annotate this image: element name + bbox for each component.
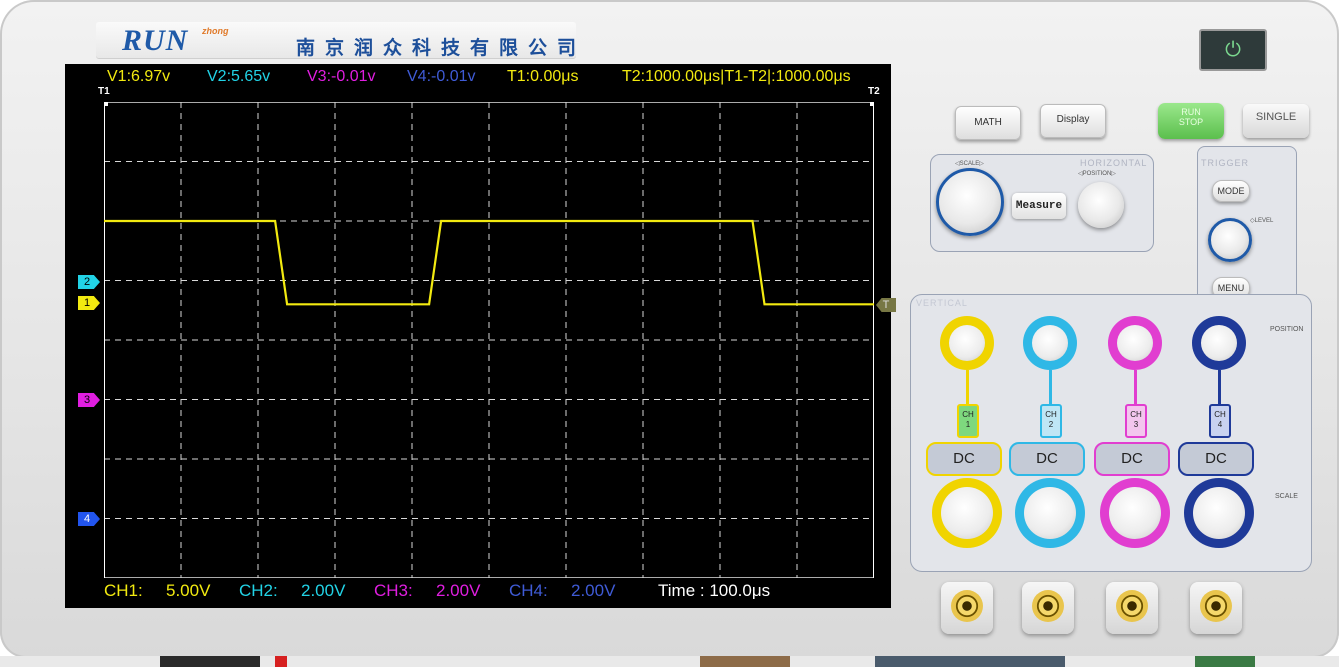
stop-label: STOP [1178, 117, 1204, 127]
ch-badge-number: 3 [1133, 420, 1139, 429]
ch-badge-label: CH [1130, 410, 1142, 419]
scale-label: SCALE [1275, 493, 1298, 500]
ch-badge-label: CH [1214, 410, 1226, 419]
company-name: 南京润众科技有限公司 [296, 38, 587, 59]
readout-t2-delta: T2:1000.00μs|T1-T2|:1000.00μs [622, 68, 851, 85]
ch3-scale-knob[interactable] [1100, 478, 1170, 548]
scale-ch1-value: 5.00V [166, 581, 211, 600]
ch3-menu-button[interactable]: CH 3 [1125, 404, 1147, 438]
trigger-title: TRIGGER [1201, 158, 1250, 168]
bnc-connector-icon [1032, 590, 1064, 622]
ch3-bnc-input[interactable] [1106, 582, 1158, 634]
cursor-t2-handle [870, 102, 874, 106]
timebase-readout: Time : 100.0μs [658, 581, 771, 600]
horizontal-title: HORIZONTAL [1080, 158, 1148, 168]
scale-ch4-label: CH4: [509, 581, 548, 600]
background-strip [0, 656, 1339, 667]
ch1-coupling-button[interactable]: DC [926, 442, 1002, 476]
ch-badge-label: CH [962, 410, 974, 419]
run-label: RUN [1181, 107, 1201, 117]
run-logo: RUN [122, 24, 189, 57]
ch-badge-number: 4 [1217, 420, 1223, 429]
ch-badge-number: 2 [1048, 420, 1054, 429]
ch1-bnc-input[interactable] [941, 582, 993, 634]
horizontal-scale-knob[interactable] [936, 168, 1004, 236]
ch1-marker-label: 1 [84, 297, 91, 309]
cursor-t2-label: T2 [868, 86, 880, 97]
channel-column-3: CH 3 DC [1092, 316, 1182, 556]
readout-t1: T1:0.00μs [507, 68, 579, 85]
ch2-menu-button[interactable]: CH 2 [1040, 404, 1062, 438]
ch4-bnc-input[interactable] [1190, 582, 1242, 634]
ch-badge-label: CH [1045, 410, 1057, 419]
ch4-position-knob[interactable] [1192, 316, 1246, 370]
ch2-marker-label: 2 [84, 276, 91, 288]
scale-ch1-label: CH1: [104, 581, 143, 600]
power-button[interactable]: ⏻ [1199, 29, 1267, 71]
grid-lines [104, 102, 874, 578]
run-logo-superscript: zhong [202, 26, 229, 36]
readout-v4: V4:-0.01v [407, 68, 476, 85]
measure-button[interactable]: Measure [1012, 193, 1066, 219]
ch2-position-knob[interactable] [1023, 316, 1077, 370]
ch-badge-number: 1 [965, 420, 971, 429]
ch2-bnc-input[interactable] [1022, 582, 1074, 634]
ch2-coupling-button[interactable]: DC [1009, 442, 1085, 476]
scale-ch2-value: 2.00V [301, 581, 346, 600]
trigger-mode-button[interactable]: MODE [1212, 180, 1250, 202]
ch1-position-knob[interactable] [940, 316, 994, 370]
vertical-title: VERTICAL [916, 298, 968, 308]
ch3-marker-label: 3 [84, 394, 91, 406]
bnc-connector-icon [951, 590, 983, 622]
ch3-coupling-button[interactable]: DC [1094, 442, 1170, 476]
power-icon: ⏻ [1225, 39, 1241, 61]
h-scale-label: ◁SCALE▷ [955, 161, 984, 167]
h-position-label: ◁POSITION▷ [1078, 171, 1116, 177]
ch4-menu-button[interactable]: CH 4 [1209, 404, 1231, 438]
horizontal-position-knob[interactable] [1078, 182, 1124, 228]
readout-v2: V2:5.65v [207, 68, 271, 85]
bnc-connector-icon [1200, 590, 1232, 622]
ch1-menu-button[interactable]: CH 1 [957, 404, 979, 438]
waveform-grid [104, 102, 874, 578]
ch3-position-knob[interactable] [1108, 316, 1162, 370]
trigger-level-label: ◇LEVEL [1250, 218, 1274, 224]
scale-ch3-value: 2.00V [436, 581, 481, 600]
readout-v1: V1:6.97v [107, 68, 171, 85]
single-button[interactable]: SINGLE [1243, 104, 1309, 138]
trigger-level-knob[interactable] [1208, 218, 1252, 262]
display-button[interactable]: Display [1040, 104, 1106, 138]
scale-ch4-value: 2.00V [571, 581, 616, 600]
scale-ch2-label: CH2: [239, 581, 278, 600]
ch4-coupling-button[interactable]: DC [1178, 442, 1254, 476]
channel-column-2: CH 2 DC [1007, 316, 1097, 556]
ch4-marker-label: 4 [84, 513, 91, 525]
ch4-scale-knob[interactable] [1184, 478, 1254, 548]
readout-v3: V3:-0.01v [307, 68, 376, 85]
ch2-scale-knob[interactable] [1015, 478, 1085, 548]
math-button[interactable]: MATH [955, 106, 1021, 140]
ch1-scale-knob[interactable] [932, 478, 1002, 548]
run-stop-button[interactable]: RUN STOP [1158, 103, 1224, 139]
channel-column-1: CH 1 DC [924, 316, 1014, 556]
scale-ch3-label: CH3: [374, 581, 413, 600]
bnc-connector-icon [1116, 590, 1148, 622]
cursor-t1-handle [104, 102, 108, 106]
position-label: POSITION [1270, 326, 1304, 333]
cursor-t1-label: T1 [98, 86, 110, 97]
channel-column-4: CH 4 DC [1176, 316, 1266, 556]
